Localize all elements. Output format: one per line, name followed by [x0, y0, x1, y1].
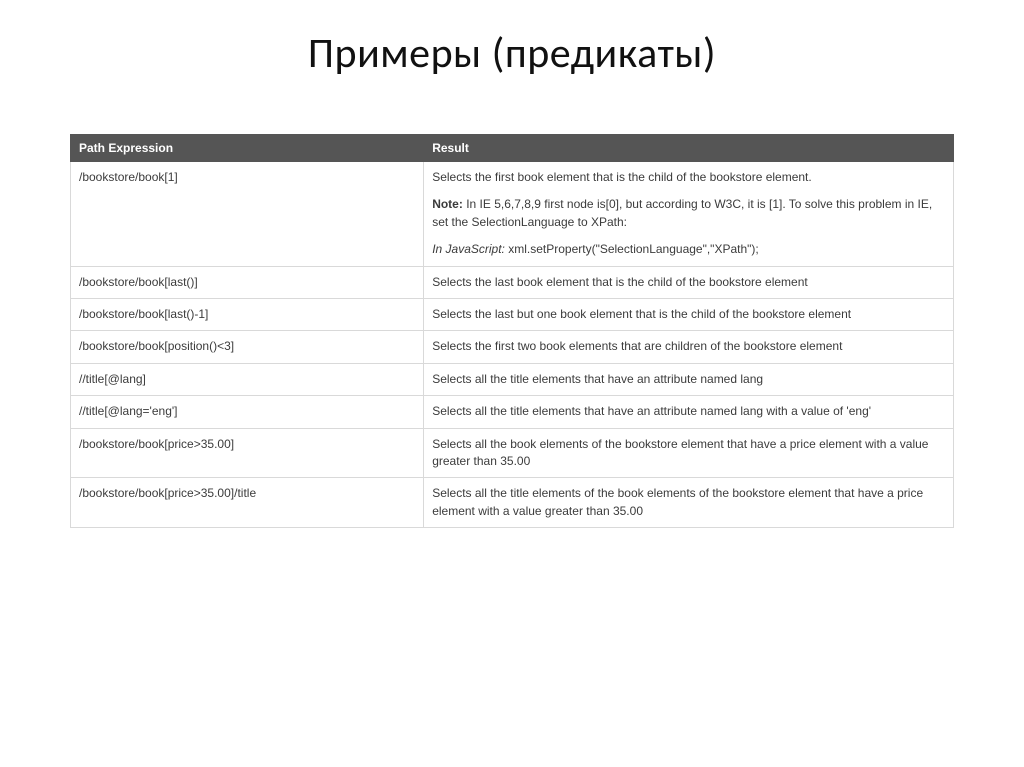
code-prefix: In JavaScript: — [432, 242, 505, 256]
table-row: /bookstore/book[1] Selects the first boo… — [71, 162, 954, 267]
cell-result: Selects the last book element that is th… — [424, 266, 954, 298]
code-line: In JavaScript: xml.setProperty("Selectio… — [432, 241, 945, 258]
table-row: /bookstore/book[price>35.00] Selects all… — [71, 428, 954, 478]
slide-container: Примеры (предикаты) Path Expression Resu… — [0, 0, 1024, 558]
cell-result: Selects the first two book elements that… — [424, 331, 954, 363]
table-row: /bookstore/book[price>35.00]/title Selec… — [71, 478, 954, 528]
code-rest: xml.setProperty("SelectionLanguage","XPa… — [505, 242, 759, 256]
cell-expression: /bookstore/book[price>35.00]/title — [71, 478, 424, 528]
table-row: //title[@lang] Selects all the title ele… — [71, 363, 954, 395]
cell-result: Selects all the book elements of the boo… — [424, 428, 954, 478]
cell-expression: /bookstore/book[position()<3] — [71, 331, 424, 363]
cell-expression: //title[@lang] — [71, 363, 424, 395]
note-text: In IE 5,6,7,8,9 first node is[0], but ac… — [432, 197, 932, 228]
cell-result: Selects all the title elements that have… — [424, 363, 954, 395]
cell-expression: //title[@lang='eng'] — [71, 396, 424, 428]
note-label: Note: — [432, 197, 463, 211]
col-header-expression: Path Expression — [71, 135, 424, 162]
note-block: Note: In IE 5,6,7,8,9 first node is[0], … — [432, 196, 945, 231]
cell-expression: /bookstore/book[last()-1] — [71, 298, 424, 330]
table-row: /bookstore/book[position()<3] Selects th… — [71, 331, 954, 363]
table-row: //title[@lang='eng'] Selects all the tit… — [71, 396, 954, 428]
table-row: /bookstore/book[last()] Selects the last… — [71, 266, 954, 298]
page-title: Примеры (предикаты) — [70, 28, 954, 79]
col-header-result: Result — [424, 135, 954, 162]
cell-result: Selects all the title elements that have… — [424, 396, 954, 428]
cell-result: Selects all the title elements of the bo… — [424, 478, 954, 528]
table-row: /bookstore/book[last()-1] Selects the la… — [71, 298, 954, 330]
cell-expression: /bookstore/book[price>35.00] — [71, 428, 424, 478]
cell-result: Selects the last but one book element th… — [424, 298, 954, 330]
table-header-row: Path Expression Result — [71, 135, 954, 162]
xpath-examples-table: Path Expression Result /bookstore/book[1… — [70, 134, 954, 528]
cell-expression: /bookstore/book[1] — [71, 162, 424, 267]
cell-expression: /bookstore/book[last()] — [71, 266, 424, 298]
result-text: Selects the first book element that is t… — [432, 170, 812, 184]
cell-result: Selects the first book element that is t… — [424, 162, 954, 267]
